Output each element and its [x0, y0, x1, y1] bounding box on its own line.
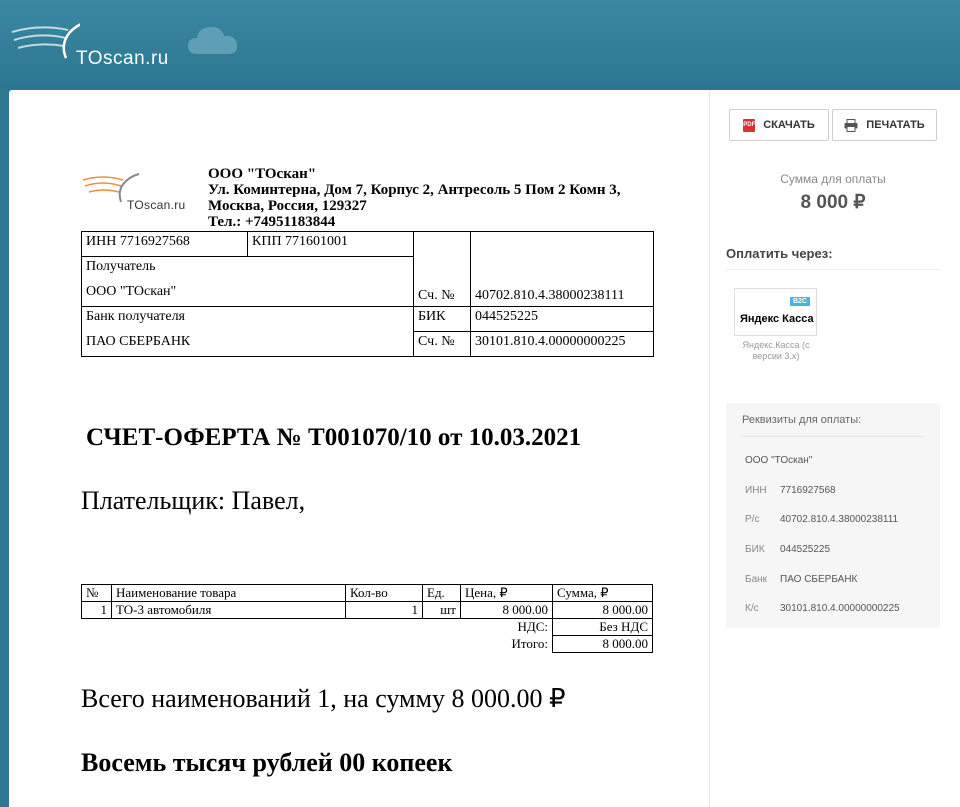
- row-qty: 1: [345, 601, 423, 619]
- row-sum: 8 000.00: [552, 601, 653, 619]
- invoice-logo: TOscan.ru: [81, 166, 207, 212]
- row-name: ТО-3 автомобиля: [111, 601, 346, 619]
- company-phone: Тел.: +74951183844: [208, 214, 336, 230]
- site-logo[interactable]: TOscan.ru: [10, 14, 180, 70]
- requisites-value: ПАО СБЕРБАНК: [780, 574, 858, 585]
- printer-icon: [844, 118, 858, 132]
- col-header: Кол-во: [345, 584, 423, 602]
- yandex-kassa-logo: Яндекс Касса: [740, 313, 814, 325]
- total-value: 8 000.00: [552, 635, 653, 653]
- b2c-badge: B2C: [789, 297, 810, 306]
- requisites-divider: [742, 436, 924, 437]
- bank-label: Банк получателя: [81, 306, 414, 332]
- vat-label: НДС:: [517, 619, 548, 635]
- company-address: Ул. Коминтерна, Дом 7, Корпус 2, Антресо…: [208, 182, 621, 214]
- requisites-row: К/с 30101.810.4.00000000225: [745, 603, 900, 614]
- cloud-icon: [188, 26, 238, 54]
- corr-value: 30101.810.4.00000000225: [470, 331, 654, 357]
- requisites-row: Банк ПАО СБЕРБАНК: [745, 574, 857, 585]
- yandex-kassa-option[interactable]: B2C Яндекс Касса: [734, 288, 817, 336]
- requisites-table: ИНН 7716927568 КПП 771601001 Сч. № 40702…: [81, 231, 654, 357]
- requisites-key: БИК: [745, 544, 765, 555]
- row-price: 8 000.00: [460, 601, 553, 619]
- invoice-logo-text: TOscan.ru: [127, 198, 186, 212]
- vat-row: НДС: Без НДС: [82, 618, 653, 636]
- company-name: ООО "ТОскан": [208, 166, 317, 182]
- top-bar: TOscan.ru: [0, 0, 960, 90]
- col-header: №: [81, 584, 112, 602]
- total-in-words: Всего наименований 1, на сумму 8 000.00 …: [81, 684, 566, 713]
- col-header: Наименование товара: [111, 584, 346, 602]
- requisites-value: 044525225: [780, 544, 831, 555]
- company-block: ООО "ТОскан" Ул. Коминтерна, Дом 7, Корп…: [208, 166, 678, 230]
- requisites-title: Реквизиты для оплаты:: [742, 414, 862, 426]
- requisites-key: Банк: [745, 574, 768, 585]
- col-header: Цена, ₽: [460, 584, 553, 602]
- requisites-value: 30101.810.4.00000000225: [780, 603, 900, 614]
- row-unit: шт: [422, 601, 461, 619]
- requisites-row: ООО "ТОскан": [745, 455, 812, 466]
- total-in-letters: Восемь тысяч рублей 00 копеек: [81, 748, 453, 777]
- requisites-row: Р/с 40702.810.4.38000238111: [745, 514, 898, 525]
- pdf-icon: PDF: [743, 118, 756, 132]
- print-button[interactable]: ПЕЧАТАТЬ: [832, 109, 937, 141]
- download-label: СКАЧАТЬ: [763, 119, 815, 131]
- requisites-value: 40702.810.4.38000238111: [780, 514, 899, 525]
- requisites-row: БИК 044525225: [745, 544, 830, 555]
- total-label: Итого:: [511, 636, 548, 651]
- requisites-value: 7716927568: [780, 485, 836, 496]
- yandex-kassa-caption: Яндекс.Касса (с версии 3.x): [742, 340, 810, 361]
- vat-value: Без НДС: [552, 618, 653, 636]
- total-row: Итого: 8 000.00: [82, 635, 653, 653]
- recipient-name: ООО "ТОскан": [81, 281, 414, 307]
- pay-via-heading: Оплатить через:: [726, 246, 833, 261]
- print-label: ПЕЧАТАТЬ: [866, 119, 925, 131]
- logo-text: TOscan.ru: [76, 48, 169, 69]
- kpp-cell: КПП 771601001: [247, 231, 414, 257]
- horse-logo-icon: [11, 18, 100, 59]
- panel-divider: [709, 90, 710, 807]
- bik-value: 044525225: [470, 306, 654, 332]
- invoice-title: СЧЕТ-ОФЕРТА № Т001070/10 от 10.03.2021: [86, 424, 582, 451]
- table-header-row: № Наименование товара Кол-во Ед. Цена, ₽…: [81, 584, 653, 602]
- bik-label: БИК: [413, 306, 471, 332]
- sum-value: 8 000 ₽: [800, 192, 866, 213]
- account-value: 40702.810.4.38000238111: [470, 231, 654, 307]
- corr-label: Сч. №: [413, 331, 471, 357]
- col-header: Ед.: [422, 584, 461, 602]
- col-header: Сумма, ₽: [552, 584, 653, 602]
- sum-label: Сумма для оплаты: [780, 172, 886, 186]
- pay-divider: [726, 269, 940, 270]
- requisites-value: ООО "ТОскан": [745, 455, 813, 466]
- requisites-key: ИНН: [745, 485, 767, 496]
- inn-cell: ИНН 7716927568: [81, 231, 248, 257]
- account-label: Сч. №: [413, 231, 471, 307]
- requisites-key: Р/с: [745, 514, 760, 525]
- requisites-panel: Реквизиты для оплаты: ООО "ТОскан" ИНН 77…: [726, 403, 940, 628]
- requisites-row: ИНН 7716927568: [745, 485, 836, 496]
- bank-name: ПАО СБЕРБАНК: [81, 331, 414, 357]
- recipient-label: Получатель: [81, 256, 414, 282]
- items-table: № Наименование товара Кол-во Ед. Цена, ₽…: [81, 584, 653, 653]
- payer-line: Плательщик: Павел,: [81, 486, 306, 515]
- download-button[interactable]: PDF СКАЧАТЬ: [729, 109, 829, 141]
- requisites-key: К/с: [745, 603, 759, 614]
- table-row: 1 ТО-3 автомобиля 1 шт 8 000.00 8 000.00: [81, 601, 653, 619]
- row-number: 1: [81, 601, 112, 619]
